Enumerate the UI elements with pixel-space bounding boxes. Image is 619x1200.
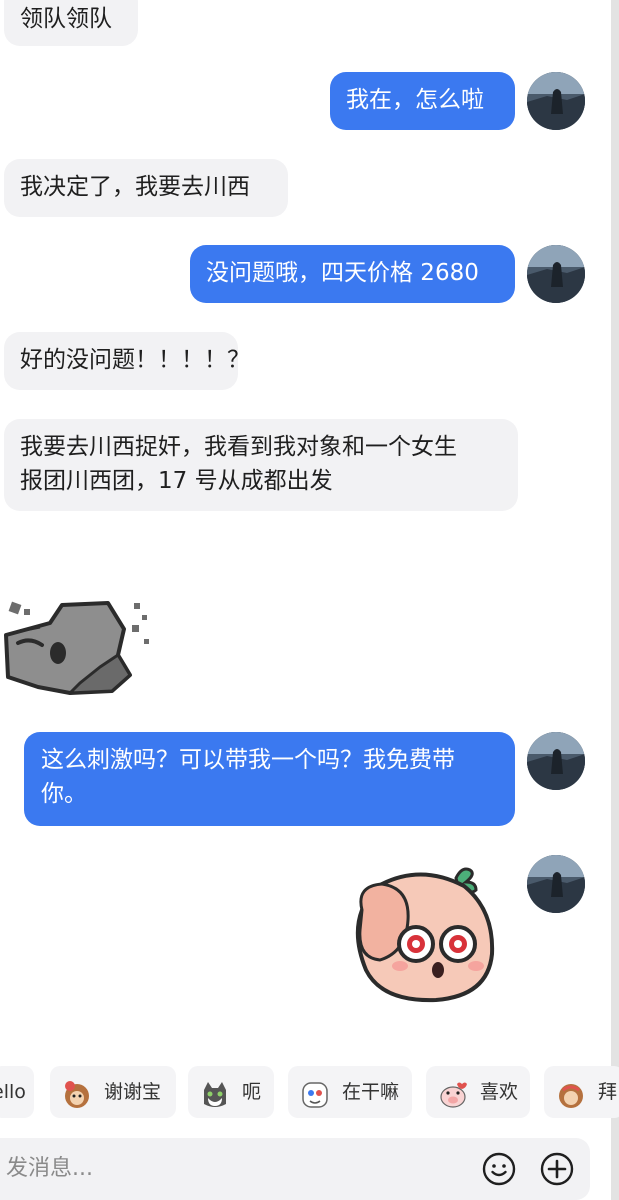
avatar-photo-icon: [527, 855, 585, 913]
quick-reply-label: 喜欢: [480, 1081, 519, 1103]
emoji-button[interactable]: [482, 1152, 516, 1186]
message-text-line: 我要去川西捉奸，我看到我对象和一个女生: [20, 434, 457, 460]
quick-reply-bar: ello 谢谢宝 呃 在干嘛 喜欢 拜: [0, 1066, 619, 1120]
message-text: 没问题哦，四天价格 2680: [206, 260, 479, 286]
message-outgoing[interactable]: 没问题哦，四天价格 2680: [190, 245, 515, 303]
avatar[interactable]: [527, 855, 585, 913]
cartoon-face-icon: [300, 1078, 330, 1108]
quick-reply-label: 谢谢宝: [104, 1081, 162, 1103]
add-button[interactable]: [540, 1152, 574, 1186]
message-text: 我决定了，我要去川西: [20, 174, 250, 200]
cat-face-icon: [200, 1078, 230, 1108]
plus-circle-icon: [540, 1152, 574, 1186]
message-text: 领队领队: [20, 6, 112, 32]
message-incoming[interactable]: 好的没问题！！！！？: [4, 332, 250, 390]
avatar-photo-icon: [527, 72, 585, 130]
message-incoming[interactable]: 领队领队: [4, 0, 138, 46]
message-text-line: 这么刺激吗？可以带我一个吗？我免费带: [41, 747, 455, 773]
message-outgoing[interactable]: 我在，怎么啦: [330, 72, 515, 130]
avatar[interactable]: [527, 732, 585, 790]
scroll-edge: [611, 0, 619, 1200]
quick-reply-chip[interactable]: 喜欢: [426, 1066, 530, 1118]
avatar-photo-icon: [527, 245, 585, 303]
message-text: 好的没问题！！！！？: [20, 347, 250, 373]
monkey-bye-icon: [556, 1078, 586, 1108]
quick-reply-label: 拜: [598, 1081, 618, 1103]
quick-reply-chip[interactable]: 拜: [544, 1066, 619, 1118]
monkey-thanks-icon: [62, 1078, 92, 1108]
message-incoming[interactable]: 我要去川西捉奸，我看到我对象和一个女生 报团川西团，17 号从成都出发: [4, 419, 518, 511]
quick-reply-chip[interactable]: 谢谢宝: [50, 1066, 176, 1118]
quick-reply-chip[interactable]: 在干嘛: [288, 1066, 412, 1118]
avatar[interactable]: [527, 245, 585, 303]
pig-love-icon: [438, 1078, 468, 1108]
message-outgoing[interactable]: 这么刺激吗？可以带我一个吗？我免费带 你。: [24, 732, 515, 826]
message-text-line: 报团川西团，17 号从成都出发: [20, 468, 333, 494]
message-incoming[interactable]: 我决定了，我要去川西: [4, 159, 288, 217]
message-input-placeholder[interactable]: 发消息...: [6, 1154, 93, 1184]
avatar-photo-icon: [527, 732, 585, 790]
message-input-bar[interactable]: 发消息...: [0, 1138, 590, 1200]
message-text: 我在，怎么啦: [346, 87, 484, 113]
quick-reply-chip[interactable]: ello: [0, 1066, 34, 1118]
quick-reply-label: ello: [0, 1081, 26, 1103]
message-text-line: 你。: [41, 781, 87, 807]
quick-reply-chip[interactable]: 呃: [188, 1066, 274, 1118]
avatar[interactable]: [527, 72, 585, 130]
crumbling-rock-face-sticker[interactable]: [0, 595, 160, 705]
quick-reply-label: 呃: [242, 1081, 262, 1103]
shocked-peach-sticker[interactable]: [352, 866, 502, 1006]
smiley-icon: [482, 1152, 516, 1186]
quick-reply-label: 在干嘛: [342, 1081, 400, 1103]
